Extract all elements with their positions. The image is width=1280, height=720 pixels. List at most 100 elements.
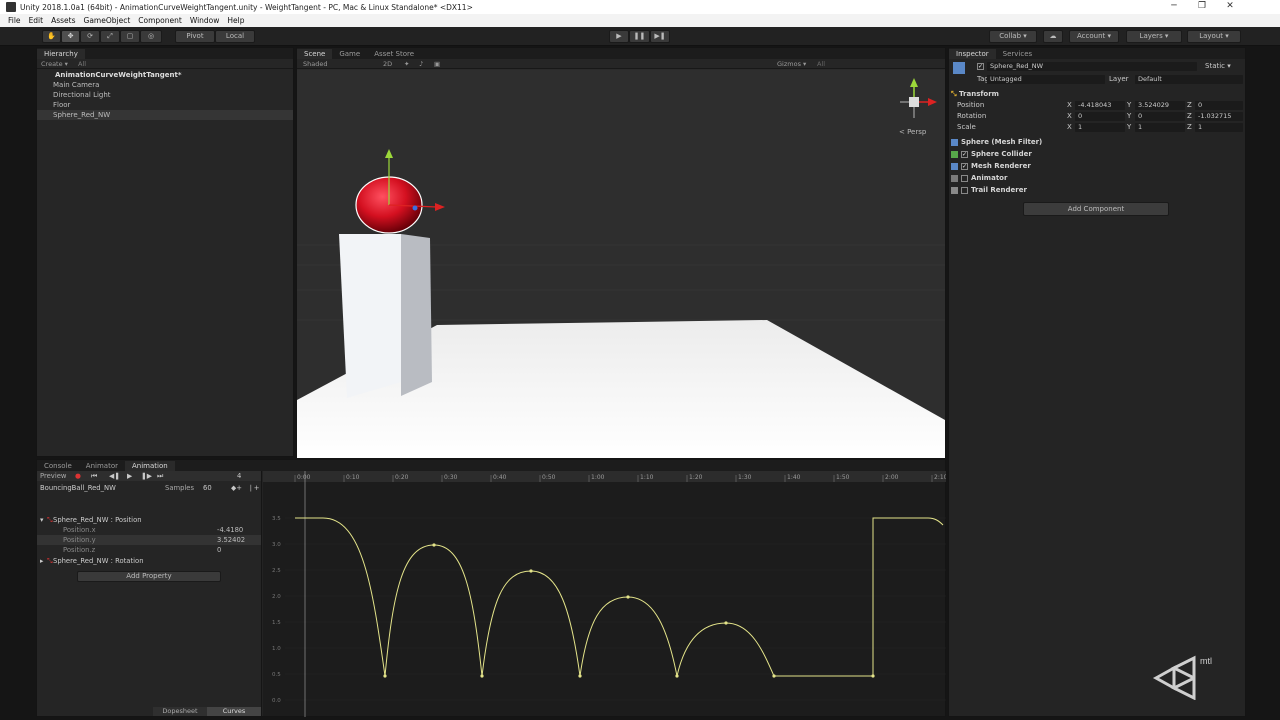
record-icon[interactable]: ● bbox=[75, 471, 81, 481]
menu-component[interactable]: Component bbox=[138, 16, 182, 25]
move-tool-icon[interactable]: ✥ bbox=[61, 30, 80, 43]
tab-console[interactable]: Console bbox=[37, 461, 79, 471]
object-name-field[interactable]: Sphere_Red_NW bbox=[987, 62, 1197, 71]
animator-checkbox[interactable] bbox=[961, 174, 968, 182]
scale-z-field[interactable]: 1 bbox=[1195, 123, 1243, 132]
property-value[interactable]: 0 bbox=[217, 545, 221, 555]
play-anim-icon[interactable]: ▶ bbox=[127, 471, 132, 481]
curve-editor[interactable]: 0:00 0:10 0:20 0:30 0:40 0:50 1:00 1:10 1:20 1:30… bbox=[263, 471, 948, 717]
menu-help[interactable]: Help bbox=[227, 16, 244, 25]
rotation-x-field[interactable]: 0 bbox=[1075, 112, 1125, 121]
cloud-icon[interactable]: ☁ bbox=[1043, 30, 1063, 43]
local-toggle[interactable]: Local bbox=[215, 30, 255, 43]
samples-field[interactable]: 60 bbox=[203, 483, 212, 493]
next-key-icon[interactable]: ❚▶ bbox=[141, 471, 152, 481]
curve-keyframe[interactable] bbox=[724, 621, 728, 625]
active-checkbox[interactable]: ✓ bbox=[977, 63, 984, 70]
preview-toggle[interactable]: Preview bbox=[40, 471, 66, 481]
move-gizmo-z-handle[interactable] bbox=[412, 205, 418, 211]
rotation-z-field[interactable]: -1.032715 bbox=[1195, 112, 1243, 121]
pivot-toggle[interactable]: Pivot bbox=[175, 30, 215, 43]
curve-keyframe[interactable] bbox=[675, 674, 679, 678]
hierarchy-search-input[interactable]: All bbox=[78, 60, 86, 68]
curve-keyframe[interactable] bbox=[578, 674, 582, 678]
layers-dropdown[interactable]: Layers ▾ bbox=[1126, 30, 1182, 43]
play-button[interactable]: ▶ bbox=[609, 30, 629, 43]
tab-game[interactable]: Game bbox=[332, 49, 367, 59]
tab-services[interactable]: Services bbox=[996, 49, 1040, 59]
scale-tool-icon[interactable]: ⤢ bbox=[100, 30, 120, 43]
tab-animation[interactable]: Animation bbox=[124, 461, 175, 471]
scene-viewport[interactable]: < Persp bbox=[297, 70, 945, 458]
pillar-front[interactable] bbox=[339, 234, 401, 398]
menu-assets[interactable]: Assets bbox=[51, 16, 75, 25]
mesh-renderer-header[interactable]: ✓ Mesh Renderer bbox=[951, 161, 1243, 172]
hierarchy-item-sphere-red-nw[interactable]: Sphere_Red_NW bbox=[37, 110, 293, 120]
position-x-field[interactable]: -4.418043 bbox=[1075, 101, 1125, 110]
transform-header[interactable]: ⤡ Transform bbox=[951, 89, 1243, 100]
tab-inspector[interactable]: Inspector bbox=[949, 49, 996, 59]
collab-dropdown[interactable]: Collab ▾ bbox=[989, 30, 1037, 43]
trail-renderer-header[interactable]: Trail Renderer bbox=[951, 185, 1243, 196]
scene-search-input[interactable]: All bbox=[817, 59, 825, 69]
menu-file[interactable]: File bbox=[8, 16, 21, 25]
lighting-toggle-icon[interactable]: ✦ bbox=[404, 59, 409, 69]
gizmos-dropdown[interactable]: Gizmos ▾ bbox=[777, 59, 806, 69]
curve-keyframe[interactable] bbox=[626, 595, 630, 599]
position-z-field[interactable]: 0 bbox=[1195, 101, 1243, 110]
sphere-collider-header[interactable]: ✓ Sphere Collider bbox=[951, 149, 1243, 160]
layout-dropdown[interactable]: Layout ▾ bbox=[1187, 30, 1241, 43]
add-component-button[interactable]: Add Component bbox=[1023, 202, 1169, 216]
audio-toggle-icon[interactable]: ♪ bbox=[419, 59, 423, 69]
scale-x-field[interactable]: 1 bbox=[1075, 123, 1125, 132]
rect-tool-icon[interactable]: ▢ bbox=[120, 30, 140, 43]
rotate-tool-icon[interactable]: ⟳ bbox=[80, 30, 100, 43]
persp-label[interactable]: < Persp bbox=[899, 128, 927, 136]
add-event-icon[interactable]: ❘+ bbox=[248, 483, 259, 493]
hand-tool-icon[interactable]: ✋ bbox=[42, 30, 61, 43]
hierarchy-item-floor[interactable]: Floor bbox=[37, 100, 293, 110]
position-y-curve[interactable] bbox=[295, 517, 944, 677]
menu-window[interactable]: Window bbox=[190, 16, 220, 25]
first-key-icon[interactable]: ⏮ bbox=[91, 471, 97, 481]
tab-animator[interactable]: Animator bbox=[79, 461, 125, 471]
prev-key-icon[interactable]: ◀❚ bbox=[109, 471, 120, 481]
dopesheet-tab[interactable]: Dopesheet bbox=[153, 707, 207, 716]
hierarchy-item-directional-light[interactable]: Directional Light bbox=[37, 90, 293, 100]
last-key-icon[interactable]: ⏭ bbox=[157, 471, 163, 481]
mesh-renderer-checkbox[interactable]: ✓ bbox=[961, 162, 968, 170]
clip-dropdown[interactable]: BouncingBall_Red_NW bbox=[40, 483, 116, 493]
account-dropdown[interactable]: Account ▾ bbox=[1069, 30, 1119, 43]
property-value[interactable]: 3.52402 bbox=[217, 535, 245, 545]
menu-edit[interactable]: Edit bbox=[29, 16, 44, 25]
menu-gameobject[interactable]: GameObject bbox=[84, 16, 131, 25]
sphere-collider-checkbox[interactable]: ✓ bbox=[961, 150, 968, 158]
trail-renderer-checkbox[interactable] bbox=[961, 186, 968, 194]
static-dropdown[interactable]: Static ▾ bbox=[1205, 61, 1231, 72]
close-button[interactable]: ✕ bbox=[1216, 0, 1244, 14]
step-button[interactable]: ▶❚ bbox=[650, 30, 670, 43]
tag-dropdown[interactable]: Untagged bbox=[987, 75, 1105, 84]
curve-keyframe[interactable] bbox=[432, 543, 436, 547]
property-position-x[interactable]: Position.x -4.4180 bbox=[37, 525, 261, 535]
curve-keyframe[interactable] bbox=[772, 674, 776, 678]
property-position-z[interactable]: Position.z 0 bbox=[37, 545, 261, 555]
scale-y-field[interactable]: 1 bbox=[1135, 123, 1185, 132]
minimize-button[interactable]: ─ bbox=[1160, 0, 1188, 14]
effects-toggle-icon[interactable]: ▣ bbox=[434, 59, 440, 69]
position-y-field[interactable]: 3.524029 bbox=[1135, 101, 1185, 110]
2d-toggle[interactable]: 2D bbox=[383, 59, 392, 69]
create-dropdown[interactable]: Create ▾ bbox=[41, 60, 68, 68]
frame-field[interactable]: 4 bbox=[237, 471, 241, 481]
tab-asset-store[interactable]: Asset Store bbox=[367, 49, 421, 59]
pause-button[interactable]: ❚❚ bbox=[629, 30, 650, 43]
add-property-button[interactable]: Add Property bbox=[77, 571, 221, 582]
layer-dropdown[interactable]: Default bbox=[1135, 75, 1243, 84]
property-group-position[interactable]: ▾ ⤡ Sphere_Red_NW : Position bbox=[37, 515, 261, 525]
property-position-y[interactable]: Position.y 3.52402 bbox=[37, 535, 261, 545]
scene-root-row[interactable]: AnimationCurveWeightTangent* bbox=[37, 70, 293, 80]
curves-tab[interactable]: Curves bbox=[207, 707, 261, 716]
curve-editor-canvas[interactable]: 0:00 0:10 0:20 0:30 0:40 0:50 1:00 1:10 1:20 1:30… bbox=[263, 471, 948, 717]
property-value[interactable]: -4.4180 bbox=[217, 525, 243, 535]
animator-header[interactable]: Animator bbox=[951, 173, 1243, 184]
